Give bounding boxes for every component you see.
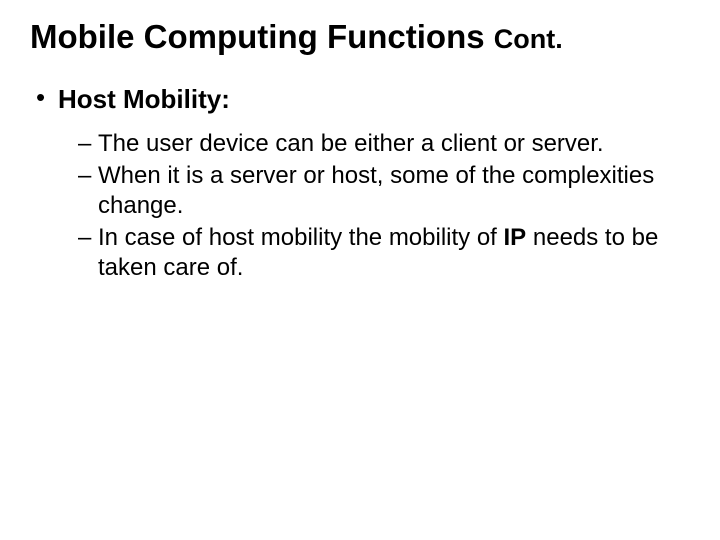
sub-point-1: – The user device can be either a client…: [58, 129, 696, 159]
section-label: Host Mobility:: [58, 84, 230, 114]
dash-icon: –: [78, 161, 91, 191]
sub-point-2: – When it is a server or host, some of t…: [58, 161, 696, 221]
sub-point-3: – In case of host mobility the mobility …: [58, 223, 696, 283]
title-cont: Cont.: [494, 24, 563, 54]
slide-title: Mobile Computing Functions Cont.: [30, 18, 696, 56]
title-main: Mobile Computing Functions: [30, 18, 494, 55]
sub-point-3-bold: IP: [504, 224, 527, 251]
slide: Mobile Computing Functions Cont. Host Mo…: [0, 0, 720, 540]
bullet-list-level1: Host Mobility: – The user device can be …: [30, 84, 696, 283]
sub-point-3-pre: In case of host mobility the mobility of: [98, 224, 504, 251]
dash-icon: –: [78, 223, 91, 253]
sub-point-1-text: The user device can be either a client o…: [98, 130, 604, 157]
bullet-list-level2: – The user device can be either a client…: [58, 129, 696, 283]
dash-icon: –: [78, 129, 91, 159]
sub-point-2-text: When it is a server or host, some of the…: [98, 162, 654, 219]
bullet-host-mobility: Host Mobility: – The user device can be …: [30, 84, 696, 283]
